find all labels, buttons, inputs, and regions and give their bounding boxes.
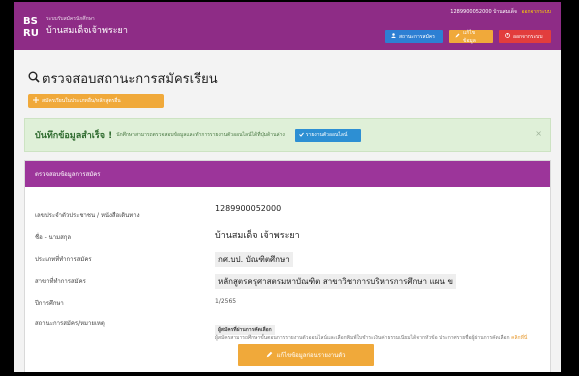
status-value: ผู้สมัครที่ผ่านการคัดเลือก (215, 325, 275, 335)
status-description: ผู้สมัครสามารถศึกษาขั้นตอนการรายงานตัวออ… (215, 335, 545, 342)
row-value: 1289900052000 (215, 204, 282, 213)
success-alert: บันทึกข้อมูลสำเร็จ ! นักศึกษาสามารถตรวจส… (24, 118, 551, 152)
alert-message: นักศึกษาสามารถตรวจสอบข้อมูลและทำการรายงา… (116, 132, 285, 138)
site-small-text: ระบบรับสมัครนักศึกษา (46, 16, 95, 22)
row-value: กศ.บป. บัณฑิตศึกษา (215, 252, 293, 267)
user-icon (391, 33, 396, 40)
edit-before-report-button[interactable]: แก้ไขข้อมูลก่อนรายงานตัว (238, 344, 374, 366)
search-icon (28, 71, 40, 87)
edit-nav-label: แก้ไขข้อมูล (463, 29, 476, 44)
site-title: บ้านสมเด็จเจ้าพระยา (46, 26, 128, 36)
status-desc-text: ผู้สมัครสามารถศึกษาขั้นตอนการรายงานตัวออ… (215, 335, 510, 341)
row-value: หลักสูตรครุศาสตรมหาบัณฑิต สาขาวิชาการบริ… (215, 274, 456, 289)
frame-bottom (0, 372, 579, 376)
site-name: ระบบรับสมัครนักศึกษา บ้านสมเด็จเจ้าพระยา (46, 15, 128, 37)
status-nav-button[interactable]: สถานะการสมัคร (385, 30, 443, 43)
power-icon (505, 33, 510, 40)
page-title: ตรวจสอบสถานะการสมัครเรียน (28, 68, 218, 89)
site-logo[interactable]: BS RU ระบบรับสมัครนักศึกษา บ้านสมเด็จเจ้… (22, 14, 128, 39)
top-navigation-bar: BS RU ระบบรับสมัครนักศึกษา บ้านสมเด็จเจ้… (14, 2, 561, 50)
frame-left (0, 0, 14, 376)
register-other-button[interactable]: สมัครเรียนในประเภทอื่น/หลักสูตรอื่น (28, 94, 164, 108)
row-value: 1/2565 (215, 298, 237, 305)
edit-before-report-label: แก้ไขข้อมูลก่อนรายงานตัว (276, 352, 346, 359)
register-other-label: สมัครเรียนในประเภทอื่น/หลักสูตรอื่น (42, 98, 121, 104)
svg-text:RU: RU (23, 28, 39, 38)
row-label: ชื่อ - นามสกุล (35, 234, 72, 241)
logout-nav-button[interactable]: ออกจากระบบ (499, 30, 551, 43)
logout-link[interactable]: ออกจากระบบ (521, 9, 551, 15)
row-value: บ้านสมเด็จ เจ้าพระยา (215, 231, 300, 241)
user-info: 1289900052000 บ้านสมเด็จ ออกจากระบบ (450, 8, 551, 16)
alert-strong: บันทึกข้อมูลสำเร็จ ! (35, 131, 113, 141)
check-icon (298, 132, 304, 139)
status-link[interactable]: คลิกที่นี่ (511, 335, 527, 341)
row-label: ปีการศึกษา (35, 300, 64, 307)
application-info-panel: ตรวจสอบข้อมูลการสมัคร เลขประจำตัวประชาชน… (24, 160, 551, 372)
nav-buttons: สถานะการสมัคร แก้ไขข้อมูล ออกจากระบบ (385, 29, 551, 44)
status-block: ผู้สมัครที่ผ่านการคัดเลือก ผู้สมัครสามาร… (215, 316, 545, 342)
status-nav-label: สถานะการสมัคร (399, 33, 435, 40)
edit-nav-button[interactable]: แก้ไขข้อมูล (449, 29, 493, 44)
svg-text:BS: BS (23, 16, 38, 27)
row-label: สาขาที่ทำการสมัคร (35, 278, 86, 285)
plus-icon (33, 97, 39, 105)
logo-mark: BS RU (22, 14, 40, 39)
logout-nav-label: ออกจากระบบ (513, 33, 543, 40)
browser-screen: BS RU ระบบรับสมัครนักศึกษา บ้านสมเด็จเจ้… (14, 2, 561, 372)
row-label: ประเภทที่ทำการสมัคร (35, 256, 92, 263)
page-title-text: ตรวจสอบสถานะการสมัครเรียน (42, 72, 218, 87)
close-icon[interactable]: × (535, 129, 542, 138)
frame-right (561, 0, 579, 376)
row-label: เลขประจำตัวประชาชน / หนังสือเดินทาง (35, 212, 140, 219)
user-id: 1289900052000 บ้านสมเด็จ (450, 9, 517, 15)
pencil-icon (266, 351, 273, 360)
row-label: สถานะการสมัคร/หมายเหตุ (35, 320, 105, 327)
report-online-button[interactable]: รายงานตัวออนไลน์ (294, 128, 361, 142)
panel-title: ตรวจสอบข้อมูลการสมัคร (25, 161, 550, 187)
pencil-icon (455, 33, 460, 40)
report-online-label: รายงานตัวออนไลน์ (305, 132, 348, 138)
